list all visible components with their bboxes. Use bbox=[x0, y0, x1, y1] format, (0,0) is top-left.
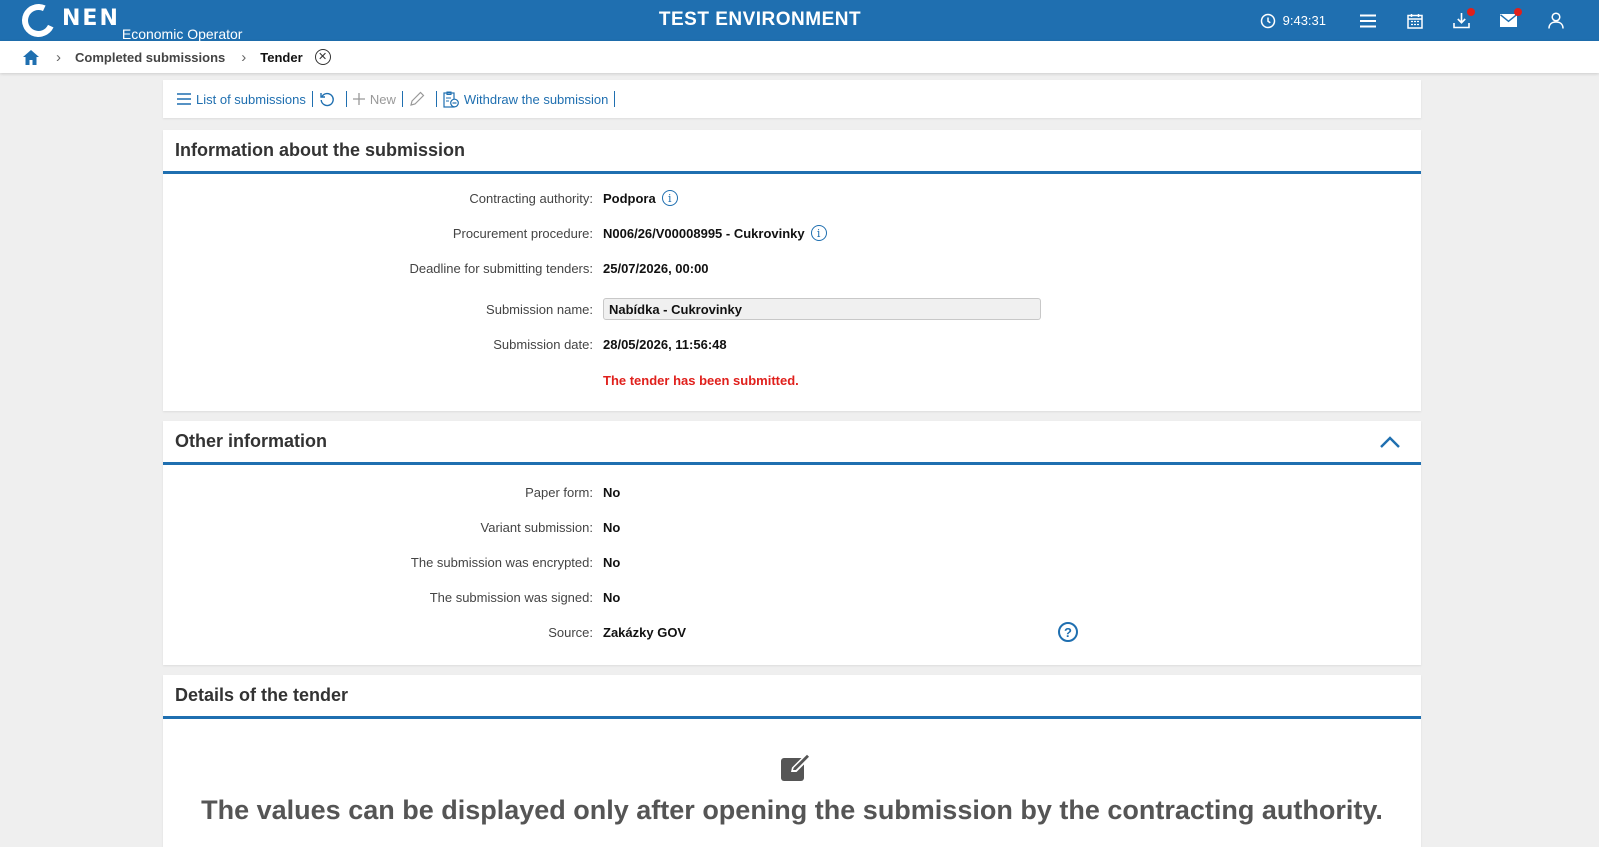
messages-notification-dot bbox=[1514, 8, 1522, 16]
paper-form-label: Paper form: bbox=[525, 485, 593, 500]
signed-label: The submission was signed: bbox=[429, 590, 593, 605]
encrypted-label: The submission was encrypted: bbox=[410, 555, 593, 570]
procurement-procedure-label: Procurement procedure: bbox=[452, 225, 593, 241]
chevron-right-icon: › bbox=[241, 48, 247, 66]
paper-form-row: Paper form: No bbox=[163, 485, 1421, 500]
new-label: New bbox=[369, 91, 396, 107]
information-panel: Information about the submission Contrac… bbox=[163, 130, 1421, 411]
withdraw-submission-label: Withdraw the submission bbox=[463, 91, 609, 107]
encrypted-row: The submission was encrypted: No bbox=[163, 555, 1421, 570]
submission-status-text: The tender has been submitted. bbox=[603, 373, 799, 388]
signed-value: No bbox=[603, 590, 621, 605]
signed-row: The submission was signed: No bbox=[163, 590, 1421, 605]
submission-name-field[interactable] bbox=[603, 298, 1041, 320]
contracting-authority-value: Podpora bbox=[603, 190, 656, 206]
source-label: Source: bbox=[548, 625, 593, 640]
procurement-procedure-row: Procurement procedure: N006/26/V00008995… bbox=[163, 225, 1421, 241]
breadcrumb-completed-submissions[interactable]: Completed submissions bbox=[75, 50, 225, 65]
hamburger-icon bbox=[1359, 14, 1376, 27]
nen-logo[interactable]: NEN Economic Operator bbox=[17, 0, 243, 42]
tender-details-message: The values can be displayed only after o… bbox=[201, 795, 1383, 825]
deadline-label: Deadline for submitting tenders: bbox=[409, 261, 593, 276]
list-of-submissions-button[interactable]: List of submissions bbox=[171, 92, 312, 107]
calendar-icon bbox=[1406, 13, 1423, 29]
top-bar: NEN Economic Operator TEST ENVIRONMENT 9… bbox=[0, 0, 1599, 42]
user-icon bbox=[1547, 12, 1564, 29]
edit-button[interactable] bbox=[403, 91, 436, 107]
list-of-submissions-label: List of submissions bbox=[196, 91, 306, 107]
plus-icon bbox=[352, 93, 365, 105]
downloads-notification-dot bbox=[1467, 8, 1475, 16]
submission-name-row: Submission name: bbox=[163, 298, 1421, 320]
information-panel-title: Information about the submission bbox=[175, 140, 466, 160]
other-information-panel: Other information Paper form: No Variant… bbox=[163, 421, 1421, 665]
tender-details-title: Details of the tender bbox=[175, 685, 349, 705]
user-button[interactable] bbox=[1532, 0, 1579, 41]
deadline-row: Deadline for submitting tenders: 25/07/2… bbox=[163, 261, 1421, 276]
refresh-button[interactable] bbox=[313, 91, 346, 107]
info-icon[interactable]: i bbox=[661, 190, 678, 206]
withdraw-submission-button[interactable]: Withdraw the submission bbox=[437, 90, 615, 108]
toolbar-divider bbox=[614, 91, 616, 107]
calendar-button[interactable] bbox=[1391, 0, 1438, 41]
logo-ring-icon bbox=[17, 0, 60, 42]
other-information-title: Other information bbox=[175, 431, 327, 451]
pencil-icon bbox=[410, 91, 425, 106]
new-button[interactable]: New bbox=[347, 92, 402, 107]
clock-time: 9:43:31 bbox=[1282, 13, 1326, 28]
home-icon[interactable] bbox=[22, 49, 40, 66]
list-icon bbox=[177, 93, 191, 105]
downloads-button[interactable] bbox=[1438, 0, 1485, 41]
variant-submission-row: Variant submission: No bbox=[163, 520, 1421, 535]
variant-submission-label: Variant submission: bbox=[480, 520, 593, 535]
refresh-icon bbox=[320, 92, 334, 107]
withdraw-document-icon bbox=[443, 90, 459, 108]
submission-name-label: Submission name: bbox=[486, 301, 593, 317]
environment-title: TEST ENVIRONMENT bbox=[658, 9, 862, 30]
menu-button[interactable] bbox=[1344, 0, 1391, 41]
breadcrumb-tender: Tender bbox=[260, 49, 303, 65]
encrypted-value: No bbox=[603, 555, 621, 570]
session-clock: 9:43:31 bbox=[1260, 13, 1326, 29]
close-tab-icon[interactable]: ✕ bbox=[314, 49, 331, 65]
status-row: The tender has been submitted. bbox=[163, 373, 1421, 388]
source-row: Source: Zakázky GOV bbox=[163, 625, 1421, 640]
deadline-value: 25/07/2026, 00:00 bbox=[603, 261, 709, 276]
submission-date-row: Submission date: 28/05/2026, 11:56:48 bbox=[163, 337, 1421, 352]
submission-date-value: 28/05/2026, 11:56:48 bbox=[603, 337, 727, 352]
edit-note-icon bbox=[781, 753, 811, 781]
submission-date-label: Submission date: bbox=[493, 337, 593, 352]
messages-button[interactable] bbox=[1485, 0, 1532, 41]
logo-text: NEN bbox=[62, 6, 120, 31]
chevron-up-icon[interactable] bbox=[1379, 435, 1401, 449]
procurement-procedure-value: N006/26/V00008995 - Cukrovinky bbox=[603, 225, 805, 241]
mail-icon bbox=[1500, 14, 1517, 27]
breadcrumb: › Completed submissions › Tender ✕ bbox=[0, 41, 1599, 73]
toolbar: List of submissions New Withdraw the sub… bbox=[163, 80, 1421, 118]
variant-submission-value: No bbox=[603, 520, 621, 535]
logo-subtitle: Economic Operator bbox=[121, 26, 243, 42]
contracting-authority-row: Contracting authority: Podpora i bbox=[163, 190, 1421, 206]
chevron-right-icon: › bbox=[56, 48, 61, 66]
clock-icon bbox=[1260, 13, 1275, 28]
info-icon[interactable]: i bbox=[810, 225, 827, 241]
tender-details-panel: Details of the tender The values can be … bbox=[163, 675, 1421, 847]
help-icon[interactable]: ? bbox=[1058, 622, 1078, 642]
paper-form-value: No bbox=[603, 485, 621, 500]
contracting-authority-label: Contracting authority: bbox=[469, 190, 593, 206]
source-value: Zakázky GOV bbox=[603, 625, 687, 640]
